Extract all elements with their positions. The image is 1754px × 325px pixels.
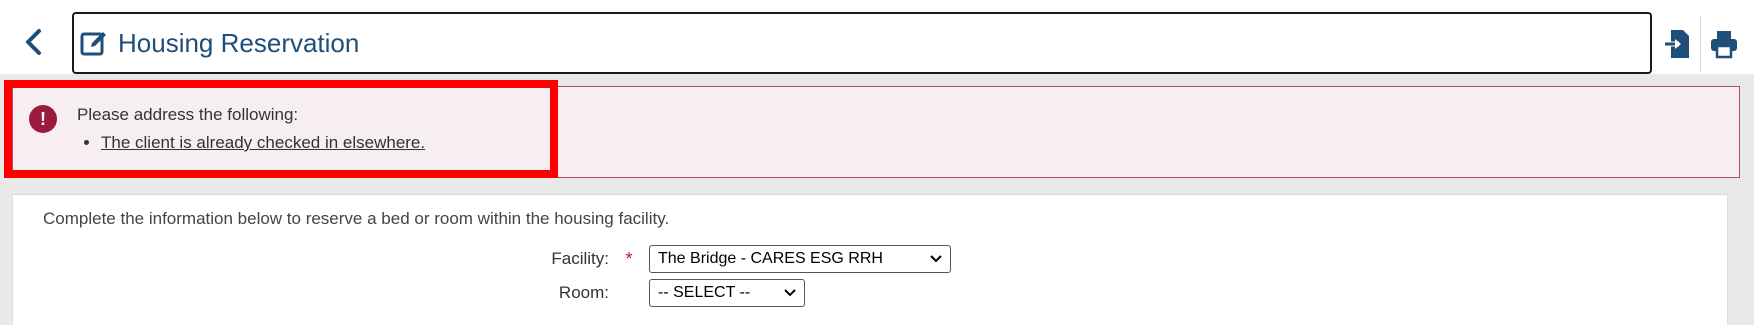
export-icon — [1665, 30, 1689, 58]
error-item: The client is already checked in elsewhe… — [101, 133, 425, 153]
print-button[interactable] — [1704, 24, 1744, 64]
print-icon — [1711, 31, 1737, 59]
exclamation-circle-icon: ! — [29, 105, 57, 133]
page-title: Housing Reservation — [118, 27, 360, 58]
facility-value: The Bridge - CARES ESG RRH — [658, 250, 883, 267]
edit-icon — [76, 25, 112, 61]
room-row: Room: -- SELECT -- — [499, 279, 805, 307]
page-title-bar: Housing Reservation — [72, 12, 1652, 74]
error-list: The client is already checked in elsewhe… — [97, 133, 425, 153]
header-divider — [1700, 16, 1701, 72]
reservation-form: Complete the information below to reserv… — [12, 194, 1728, 325]
room-value: -- SELECT -- — [658, 284, 751, 301]
required-indicator: * — [625, 248, 633, 269]
page-header: Housing Reservation — [0, 0, 1754, 80]
back-button[interactable] — [14, 22, 54, 62]
room-label: Room: — [558, 283, 609, 302]
form-description: Complete the information below to reserv… — [43, 209, 670, 228]
facility-label: Facility: — [551, 249, 609, 268]
error-link[interactable]: The client is already checked in elsewhe… — [101, 133, 425, 152]
chevron-down-icon — [930, 255, 942, 263]
room-select[interactable]: -- SELECT -- — [649, 279, 805, 307]
export-button[interactable] — [1658, 24, 1698, 64]
facility-row: Facility: * The Bridge - CARES ESG RRH — [499, 245, 951, 273]
facility-select[interactable]: The Bridge - CARES ESG RRH — [649, 245, 951, 273]
error-panel: ! Please address the following: The clie… — [12, 86, 1740, 178]
chevron-down-icon — [784, 289, 796, 297]
error-heading: Please address the following: — [77, 105, 299, 124]
chevron-left-icon — [26, 29, 41, 55]
